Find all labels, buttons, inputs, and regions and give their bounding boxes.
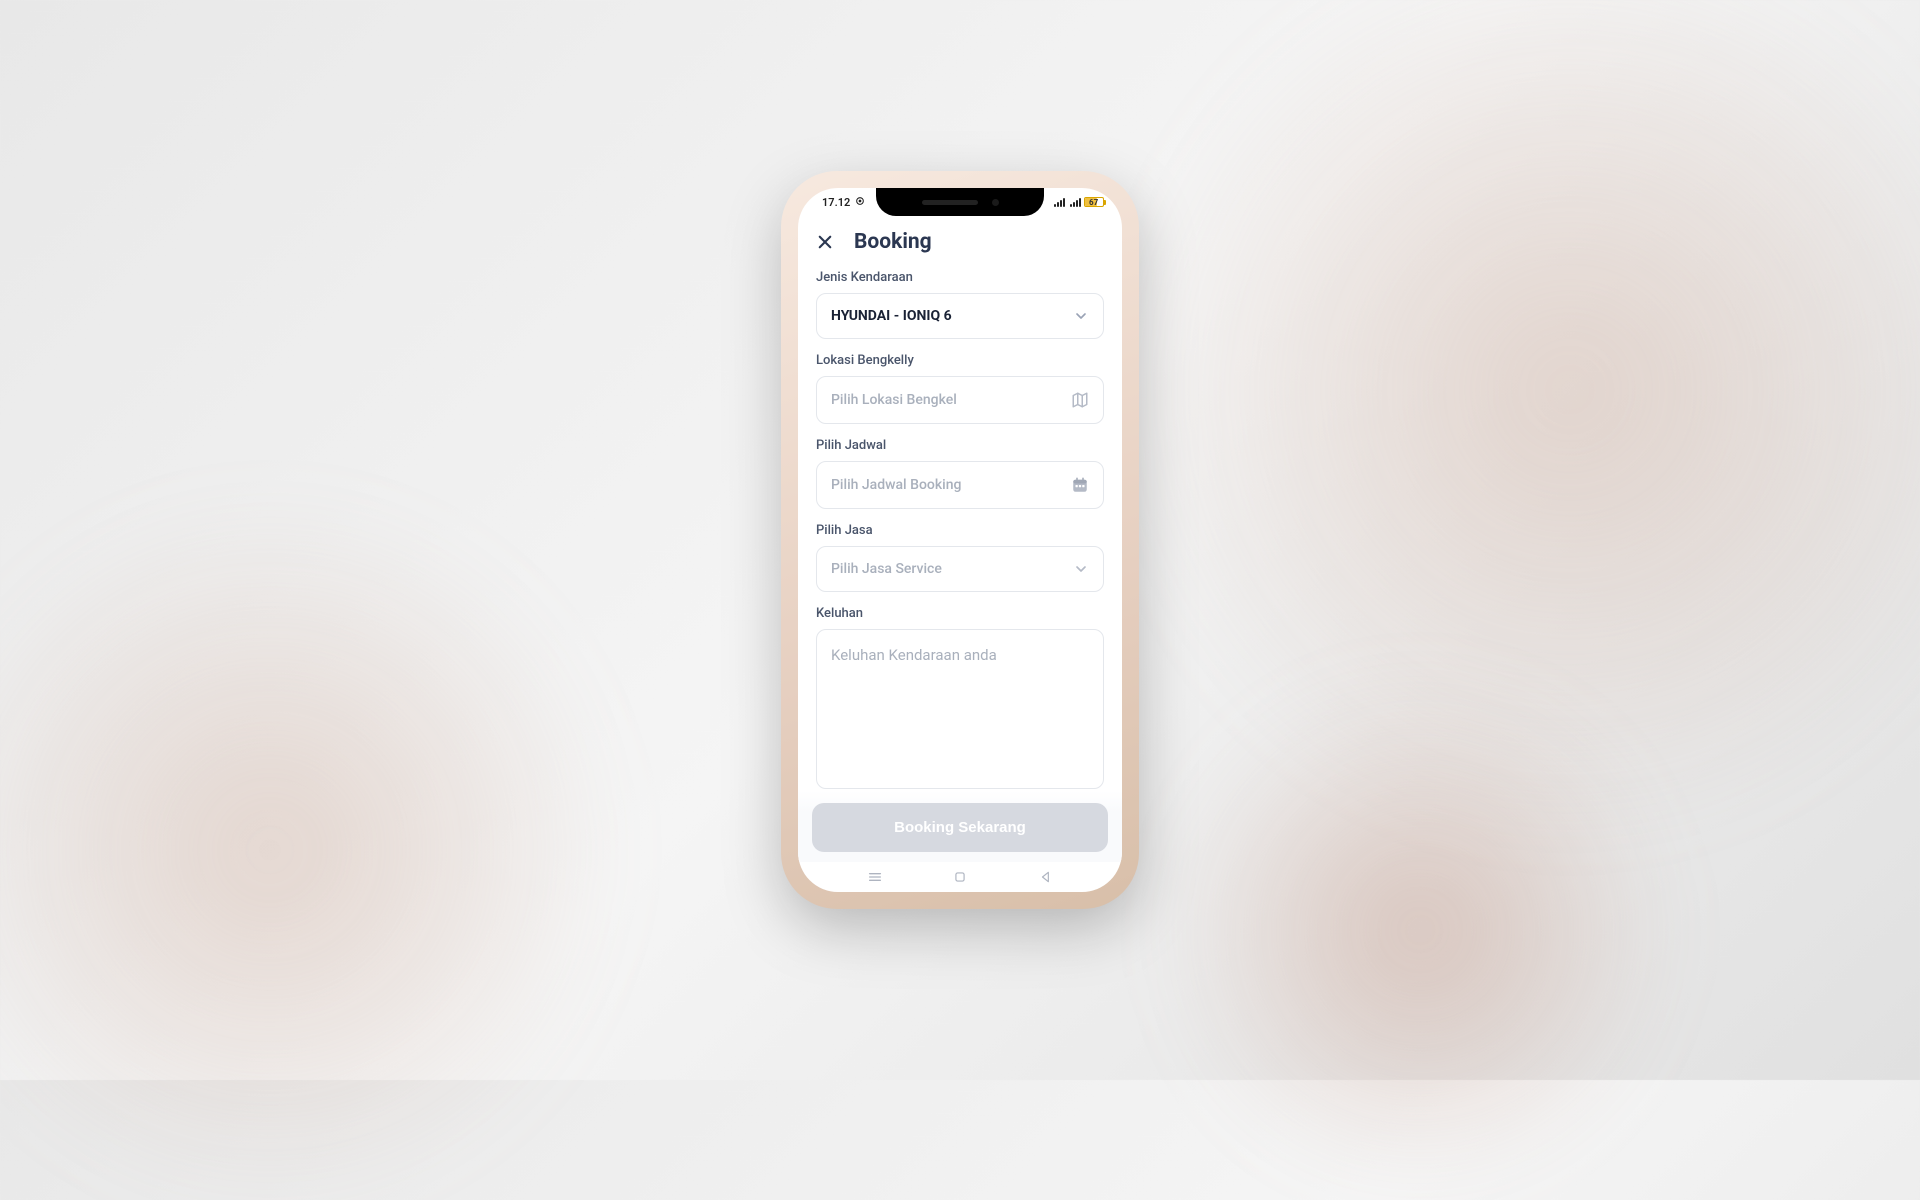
chevron-down-icon	[1073, 308, 1089, 324]
complaint-label: Keluhan	[816, 606, 1104, 621]
status-time: 17.12	[822, 196, 850, 209]
close-button[interactable]	[816, 233, 834, 251]
map-icon	[1071, 391, 1089, 409]
battery-icon: 67	[1084, 197, 1104, 207]
schedule-select[interactable]: Pilih Jadwal Booking	[816, 461, 1104, 509]
bottom-action-bar: Booking Sekarang	[798, 791, 1122, 862]
signal-icon	[1070, 198, 1081, 207]
location-select[interactable]: Pilih Lokasi Bengkel	[816, 376, 1104, 424]
calendar-icon	[1071, 476, 1089, 494]
vehicle-select[interactable]: HYUNDAI - IONIQ 6	[816, 293, 1104, 339]
service-select[interactable]: Pilih Jasa Service	[816, 546, 1104, 592]
phone-frame: 17.12 67 Booking Jenis Ken	[784, 174, 1136, 906]
service-field-group: Pilih Jasa Pilih Jasa Service	[816, 523, 1104, 592]
location-field-group: Lokasi Bengkelly Pilih Lokasi Bengkel	[816, 353, 1104, 424]
signal-icon	[1054, 198, 1065, 207]
home-button[interactable]	[951, 868, 969, 886]
schedule-label: Pilih Jadwal	[816, 438, 1104, 453]
complaint-placeholder: Keluhan Kendaraan anda	[831, 646, 997, 664]
vehicle-label: Jenis Kendaraan	[816, 270, 1104, 285]
service-placeholder: Pilih Jasa Service	[831, 561, 942, 577]
location-label: Lokasi Bengkelly	[816, 353, 1104, 368]
service-label: Pilih Jasa	[816, 523, 1104, 538]
vehicle-value: HYUNDAI - IONIQ 6	[831, 308, 952, 324]
chevron-down-icon	[1073, 561, 1089, 577]
schedule-field-group: Pilih Jadwal Pilih Jadwal Booking	[816, 438, 1104, 509]
location-placeholder: Pilih Lokasi Bengkel	[831, 392, 957, 408]
vehicle-field-group: Jenis Kendaraan HYUNDAI - IONIQ 6	[816, 270, 1104, 339]
complaint-textarea[interactable]: Keluhan Kendaraan anda	[816, 629, 1104, 789]
location-indicator-icon	[855, 196, 865, 209]
phone-notch	[876, 188, 1044, 216]
app-screen: 17.12 67 Booking Jenis Ken	[798, 188, 1122, 892]
submit-button[interactable]: Booking Sekarang	[812, 803, 1108, 852]
recent-apps-button[interactable]	[866, 868, 884, 886]
page-title: Booking	[854, 230, 932, 254]
schedule-placeholder: Pilih Jadwal Booking	[831, 477, 961, 493]
complaint-field-group: Keluhan Keluhan Kendaraan anda	[816, 606, 1104, 789]
form-content: Jenis Kendaraan HYUNDAI - IONIQ 6 Lokasi…	[798, 264, 1122, 791]
app-header: Booking	[798, 216, 1122, 264]
back-button[interactable]	[1037, 868, 1055, 886]
android-nav-bar	[798, 862, 1122, 892]
